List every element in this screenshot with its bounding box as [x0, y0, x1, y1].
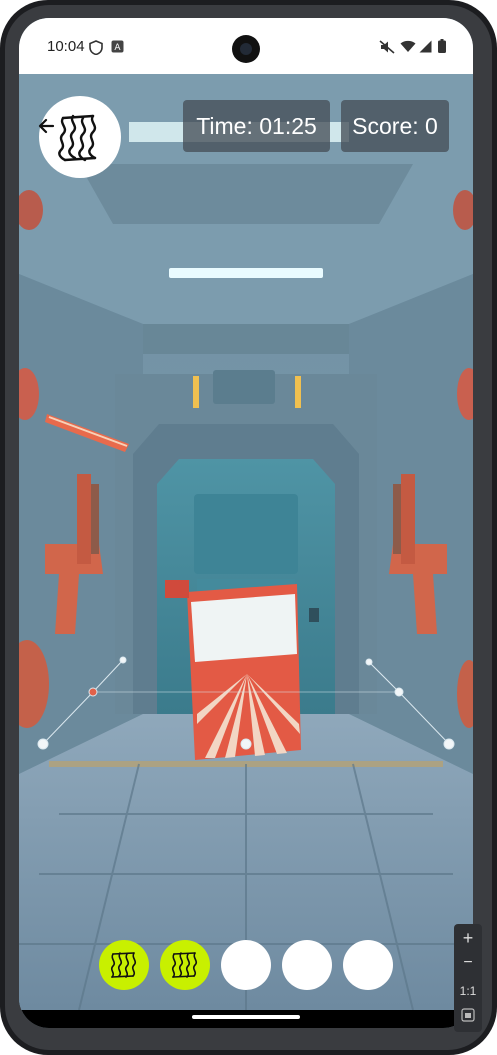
- zoom-ratio-button[interactable]: 1:1: [454, 984, 482, 998]
- bacon-icon: [58, 114, 97, 162]
- status-time: 10:04: [47, 38, 85, 55]
- collected-slot-4: [282, 940, 332, 990]
- signal-icon: [419, 40, 432, 53]
- wifi-icon: [400, 40, 416, 52]
- back-arrow-icon[interactable]: [37, 116, 57, 136]
- timer-display: Time: 01:25: [183, 100, 330, 152]
- collected-items-tray: [99, 940, 399, 992]
- score-display: Score: 0: [341, 100, 449, 152]
- space-corridor-background: [19, 74, 473, 1010]
- battery-icon: [438, 39, 446, 53]
- game-scene[interactable]: Time: 01:25 Score: 0: [19, 74, 473, 1010]
- collected-slot-3: [221, 940, 271, 990]
- home-gesture-handle[interactable]: [192, 1015, 300, 1019]
- front-camera: [232, 35, 260, 63]
- emulator-zoom-controls: + − 1:1: [454, 924, 482, 1032]
- zoom-in-button[interactable]: +: [454, 928, 482, 949]
- status-bar: 10:04 A: [19, 18, 473, 74]
- collected-slot-1: [99, 940, 149, 990]
- bacon-icon: [110, 952, 137, 978]
- mute-icon: [379, 40, 395, 54]
- navigation-bar: [19, 1010, 473, 1028]
- shield-icon: [89, 40, 103, 55]
- collected-slot-5: [343, 940, 393, 990]
- bacon-icon: [171, 952, 198, 978]
- zoom-out-button[interactable]: −: [454, 954, 482, 972]
- target-item-button[interactable]: [39, 96, 121, 178]
- phone-screen: 10:04 A Time: 01:25 Score: 0: [19, 18, 473, 1028]
- svg-text:A: A: [114, 43, 121, 53]
- a-icon: A: [111, 40, 124, 53]
- screenshot-icon[interactable]: [461, 1008, 475, 1022]
- collected-slot-2: [160, 940, 210, 990]
